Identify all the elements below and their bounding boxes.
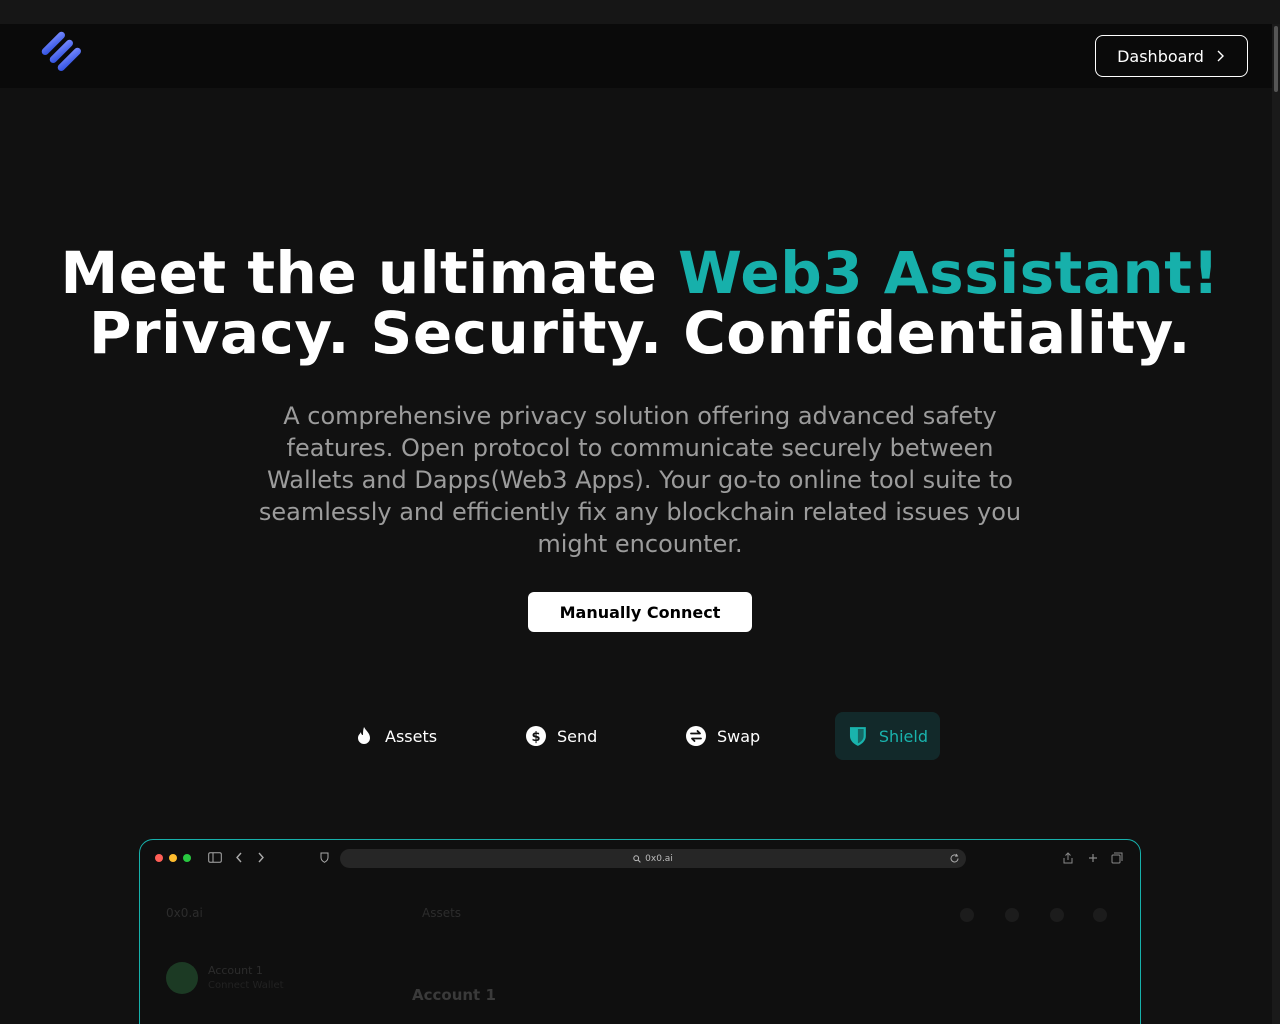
page-scrollbar[interactable] [1272,24,1280,1024]
tab-shield[interactable]: Shield [835,712,940,760]
tab-swap[interactable]: Swap [673,712,772,760]
browser-toolbar: 0x0.ai [140,840,1140,876]
hero-title-part1: Meet the ultimate [60,239,678,307]
preview-action-icon-3 [1050,908,1064,922]
browser-url-bar[interactable]: 0x0.ai [340,849,966,868]
tab-assets-label: Assets [385,726,438,746]
preview-account-sub: Connect Wallet [208,980,284,991]
share-icon [1063,852,1073,864]
tab-send-label: Send [557,726,598,746]
shield-icon [849,727,866,746]
back-arrow-icon [236,852,242,863]
hero-subtitle: A comprehensive privacy solution offerin… [258,402,1022,558]
sidebar-toggle-icon [208,852,222,863]
preview-avatar [166,962,198,994]
preview-account-name: Account 1 [208,964,263,977]
preview-action-icon-1 [960,908,974,922]
stacked-stripes-logo[interactable] [32,30,82,80]
hero-title: Meet the ultimate Web3 Assistant! Privac… [0,243,1280,363]
scrollbar-thumb[interactable] [1274,26,1278,92]
new-tab-icon [1089,854,1097,862]
preview-sidebar-title: 0x0.ai [166,906,203,920]
tabs-overview-icon [1111,852,1123,864]
preview-action-icon-4 [1093,908,1107,922]
hero-title-line2: Privacy. Security. Confidentiality. [89,299,1191,367]
close-dot [155,854,163,862]
top-strip [0,0,1280,24]
reload-icon[interactable] [949,853,960,864]
maximize-dot [183,854,191,862]
minimize-dot [169,854,177,862]
tab-shield-label: Shield [878,726,928,746]
search-icon [633,854,641,863]
preview-main-account-title: Account 1 [412,986,496,1004]
forward-arrow-icon [258,852,264,863]
manually-connect-button[interactable]: Manually Connect [528,592,752,632]
hero-title-accent: Web3 Assistant! [677,239,1220,307]
chevron-right-icon [1217,50,1224,62]
preview-action-icon-2 [1005,908,1019,922]
dashboard-button-label: Dashboard [1117,46,1204,66]
tab-send[interactable]: $ Send [513,712,609,760]
privacy-shield-icon [320,852,329,863]
dollar-circle-icon: $ [526,726,546,746]
svg-text:$: $ [531,730,540,745]
preview-section-title: Assets [422,906,462,920]
dashboard-button[interactable]: Dashboard [1095,35,1248,77]
swap-circle-icon [686,726,706,746]
navbar: Dashboard [0,24,1272,88]
flame-icon [358,727,370,744]
app-preview-window: 0x0.ai 0x0.ai Assets Account 1 Connect W… [139,839,1141,1024]
tab-assets[interactable]: Assets [341,712,449,760]
browser-url-text: 0x0.ai [645,853,673,864]
tab-swap-label: Swap [717,726,761,746]
